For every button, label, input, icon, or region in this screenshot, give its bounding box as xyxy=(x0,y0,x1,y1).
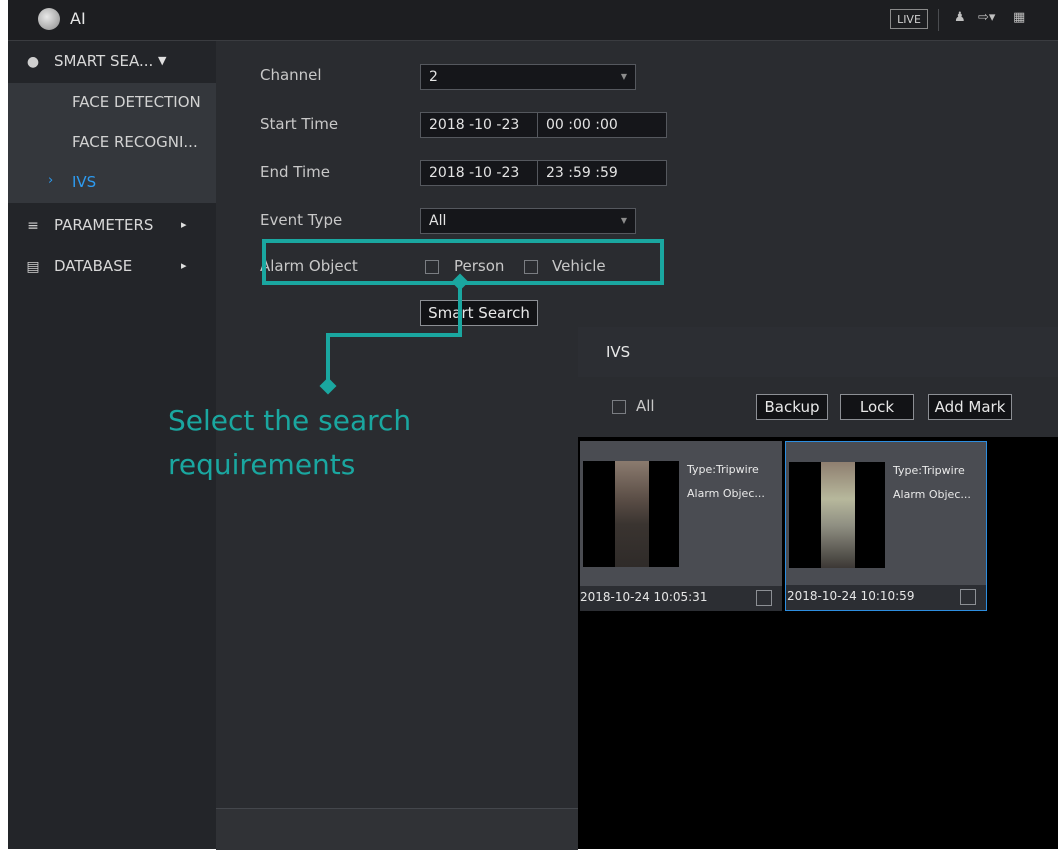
sidebar-item-smart-search[interactable]: ● SMART SEA... ▼ xyxy=(8,43,216,81)
chevron-right-icon: ▸ xyxy=(181,259,187,272)
chevron-right-icon: ▸ xyxy=(181,218,187,231)
result-type: Type:Tripwire xyxy=(893,464,965,477)
sidebar-item-label: IVS xyxy=(72,173,97,191)
result-time: 2018-10-24 10:10:59 xyxy=(787,589,915,603)
sidebar-item-face-recognition[interactable]: FACE RECOGNI... xyxy=(8,123,216,163)
database-icon: ▤ xyxy=(26,259,40,275)
snapshot-image xyxy=(789,462,885,568)
smart-search-icon: ● xyxy=(26,54,40,70)
result-checkbox[interactable] xyxy=(960,589,976,605)
sidebar-item-label: DATABASE xyxy=(54,257,133,275)
result-alarm-object: Alarm Objec... xyxy=(687,487,765,500)
select-all-label: All xyxy=(636,397,655,415)
callout-text-line2: requirements xyxy=(168,448,356,481)
chevron-down-icon: ▼ xyxy=(620,72,627,81)
ivs-toolbar: All Backup Lock Add Mark xyxy=(578,377,1058,437)
app-title: AI xyxy=(70,9,86,28)
callout-connector xyxy=(458,285,462,337)
sidebar-item-ivs[interactable]: › IVS xyxy=(8,163,216,203)
ivs-results-panel: IVS All Backup Lock Add Mark Type:Tripwi… xyxy=(578,327,1058,849)
sidebar-item-database[interactable]: ▤ DATABASE ▸ xyxy=(8,248,216,286)
result-footer: 2018-10-24 10:05:31 xyxy=(580,586,782,611)
event-type-select[interactable]: All ▼ xyxy=(420,208,636,234)
toolbar-divider xyxy=(938,9,939,31)
result-time: 2018-10-24 10:05:31 xyxy=(580,590,708,604)
chevron-down-icon: ▼ xyxy=(620,216,627,225)
result-type: Type:Tripwire xyxy=(687,463,759,476)
result-card[interactable]: Type:Tripwire Alarm Objec... 2018-10-24 … xyxy=(580,441,782,611)
select-all-checkbox[interactable] xyxy=(612,400,626,414)
start-date-field[interactable]: 2018 -10 -23 xyxy=(420,112,538,138)
user-icon[interactable]: ♟ xyxy=(954,10,966,25)
live-button[interactable]: LIVE xyxy=(890,9,928,29)
callout-text-line1: Select the search xyxy=(168,404,412,437)
qrcode-icon[interactable]: ▦ xyxy=(1013,10,1025,25)
start-time-label: Start Time xyxy=(260,115,339,133)
sidebar-item-label: SMART SEA... xyxy=(54,52,154,70)
status-strip xyxy=(216,808,578,850)
end-time-field[interactable]: 23 :59 :59 xyxy=(537,160,667,186)
end-date-field[interactable]: 2018 -10 -23 xyxy=(420,160,538,186)
event-type-value: All xyxy=(429,213,447,229)
add-mark-button[interactable]: Add Mark xyxy=(928,394,1012,420)
app-logo-icon xyxy=(38,8,60,30)
start-time-field[interactable]: 00 :00 :00 xyxy=(537,112,667,138)
result-alarm-object: Alarm Objec... xyxy=(893,488,971,501)
top-bar: AI LIVE ♟ ⇨▾ ▦ xyxy=(8,0,1058,41)
chevron-right-icon: › xyxy=(48,173,54,188)
callout-connector xyxy=(326,333,462,337)
sidebar-item-label: FACE DETECTION xyxy=(72,93,201,111)
person-figure xyxy=(615,461,649,567)
list-icon: ≡ xyxy=(27,218,39,234)
ivs-panel-header: IVS xyxy=(578,327,1058,377)
ivs-panel-title: IVS xyxy=(606,343,631,361)
sidebar-item-label: FACE RECOGNI... xyxy=(72,133,198,151)
smart-search-button[interactable]: Smart Search xyxy=(420,300,538,326)
channel-select[interactable]: 2 ▼ xyxy=(420,64,636,90)
sidebar: ● SMART SEA... ▼ FACE DETECTION FACE REC… xyxy=(8,41,216,849)
lock-button[interactable]: Lock xyxy=(840,394,914,420)
result-checkbox[interactable] xyxy=(756,590,772,606)
callout-diamond-bottom xyxy=(319,377,337,395)
result-card[interactable]: Type:Tripwire Alarm Objec... 2018-10-24 … xyxy=(785,441,987,611)
result-footer: 2018-10-24 10:10:59 xyxy=(786,585,986,610)
sidebar-item-parameters[interactable]: ≡ PARAMETERS ▸ xyxy=(8,207,216,245)
logout-icon[interactable]: ⇨▾ xyxy=(978,10,995,25)
snapshot-image xyxy=(583,461,679,567)
chevron-down-icon: ▼ xyxy=(158,54,167,67)
person-figure xyxy=(821,462,855,568)
channel-label: Channel xyxy=(260,66,322,84)
app-window: AI LIVE ♟ ⇨▾ ▦ ● SMART SEA... ▼ FACE DET… xyxy=(8,0,1058,850)
channel-value: 2 xyxy=(429,69,438,85)
sidebar-item-face-detection[interactable]: FACE DETECTION xyxy=(8,83,216,123)
sidebar-item-label: PARAMETERS xyxy=(54,216,154,234)
end-time-label: End Time xyxy=(260,163,330,181)
backup-button[interactable]: Backup xyxy=(756,394,828,420)
event-type-label: Event Type xyxy=(260,211,343,229)
